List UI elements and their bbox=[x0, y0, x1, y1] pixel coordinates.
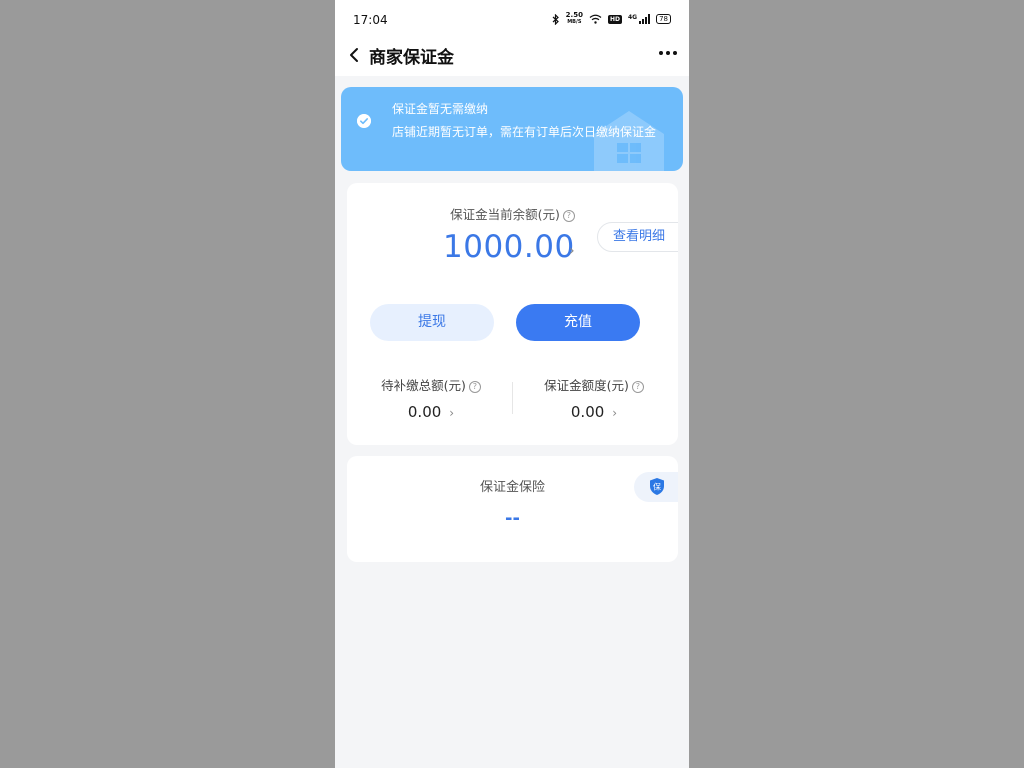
chevron-right-icon[interactable]: › bbox=[569, 243, 575, 259]
deposit-limit-value: 0.00 bbox=[570, 403, 605, 421]
bluetooth-icon bbox=[552, 13, 559, 25]
net-speed-unit: MB/S bbox=[567, 19, 582, 25]
balance-label: 保证金当前余额(元) bbox=[450, 207, 560, 222]
back-icon[interactable] bbox=[348, 45, 360, 65]
view-details-button[interactable]: 查看明细 bbox=[597, 222, 678, 252]
network-label: 4G bbox=[627, 13, 638, 21]
signal-icon bbox=[639, 14, 651, 24]
stat-divider bbox=[512, 382, 513, 414]
insurance-value: -- bbox=[505, 508, 520, 529]
deposit-limit-label: 保证金额度(元) bbox=[544, 378, 629, 393]
battery-icon: 78 bbox=[656, 14, 671, 24]
insurance-label: 保证金保险 bbox=[479, 480, 545, 495]
status-time: 17:04 bbox=[353, 13, 388, 27]
deposit-limit-stat[interactable]: 保证金额度(元)? 0.00 › bbox=[514, 375, 674, 421]
net-speed-value: 2.50 bbox=[565, 11, 583, 19]
insurance-badge[interactable]: 保 bbox=[634, 472, 678, 502]
pending-payment-value: 0.00 bbox=[407, 403, 442, 421]
page-title: 商家保证金 bbox=[369, 48, 454, 68]
help-icon[interactable]: ? bbox=[631, 380, 644, 393]
phone-screen: 17:04 2.50 MB/S HD 4G 78 商家保证金 保证金暂无需缴纳 … bbox=[335, 0, 689, 768]
notice-text: 店铺近期暂无订单，需在有订单后次日缴纳保证金 bbox=[392, 125, 657, 139]
pending-payment-label: 待补缴总额(元) bbox=[381, 378, 466, 393]
insurance-card[interactable]: 保证金保险 -- 保 bbox=[347, 456, 678, 562]
notice-title: 保证金暂无需缴纳 bbox=[392, 102, 489, 116]
more-icon[interactable] bbox=[659, 51, 677, 55]
withdraw-button[interactable]: 提现 bbox=[370, 304, 494, 341]
pending-payment-stat[interactable]: 待补缴总额(元)? 0.00 › bbox=[351, 375, 511, 421]
wifi-icon bbox=[589, 14, 602, 24]
hd-badge: HD bbox=[607, 14, 622, 24]
chevron-right-icon: › bbox=[449, 406, 455, 420]
chevron-right-icon: › bbox=[612, 406, 618, 420]
nav-bar: 商家保证金 bbox=[335, 40, 689, 76]
recharge-button[interactable]: 充值 bbox=[516, 304, 640, 341]
shield-icon: 保 bbox=[650, 478, 664, 495]
check-circle-icon bbox=[357, 114, 371, 128]
balance-amount[interactable]: 1000.00 bbox=[443, 229, 575, 265]
shield-text: 保 bbox=[653, 482, 661, 492]
status-icons: 2.50 MB/S HD 4G 78 bbox=[552, 12, 671, 26]
balance-label-row: 保证金当前余额(元)? bbox=[347, 204, 678, 223]
help-icon[interactable]: ? bbox=[468, 380, 481, 393]
balance-card: 保证金当前余额(元)? 1000.00 › 查看明细 提现 充值 待补缴总额(元… bbox=[347, 183, 678, 445]
status-bar: 17:04 2.50 MB/S HD 4G 78 bbox=[335, 0, 689, 40]
net-speed: 2.50 MB/S bbox=[566, 12, 583, 26]
notice-banner: 保证金暂无需缴纳 店铺近期暂无订单，需在有订单后次日缴纳保证金 bbox=[341, 87, 683, 171]
help-icon[interactable]: ? bbox=[562, 209, 575, 222]
